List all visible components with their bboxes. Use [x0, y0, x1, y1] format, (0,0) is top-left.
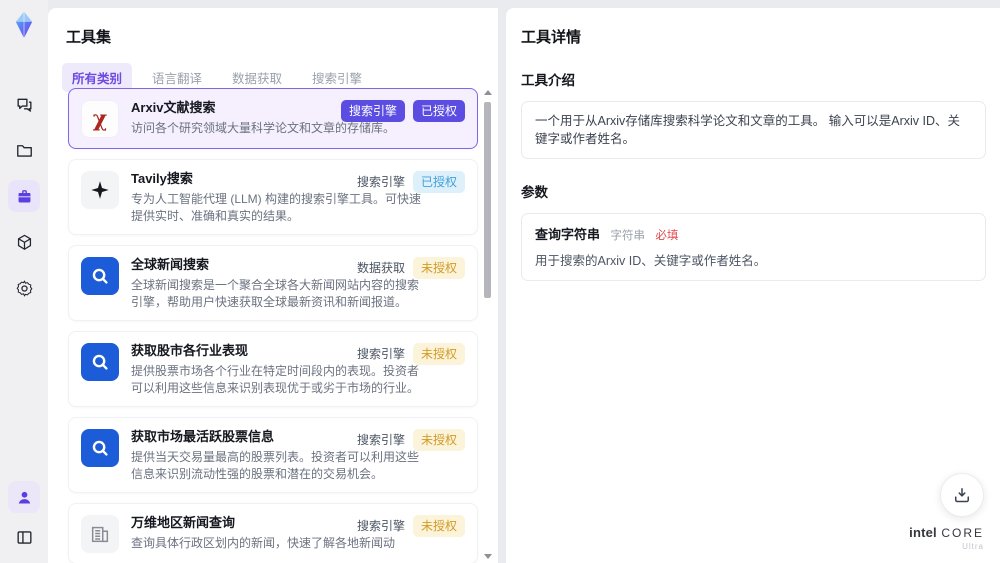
tool-description: 提供当天交易量最高的股票列表。投资者可以利用这些信息来识别流动性强的股票和潜在的…: [131, 450, 420, 481]
intro-box: 一个用于从Arxiv存储库搜索科学论文和文章的工具。 输入可以是Arxiv ID…: [521, 101, 986, 159]
tool-badges: 搜索引擎 未授权: [357, 515, 465, 537]
tools-panel: 工具集 所有类别 语言翻译 数据获取 搜索引擎 χ Arxiv文献搜索 访问各个…: [48, 8, 498, 563]
tool-description: 全球新闻搜索是一个聚合全球各大新闻网站内容的搜索引擎，帮助用户快速获取全球最新资…: [131, 278, 420, 309]
folder-icon[interactable]: [8, 134, 40, 166]
params-heading: 参数: [521, 185, 548, 200]
tool-description: 访问各个研究领域大量科学论文和文章的存储库。: [131, 121, 396, 135]
tool-card[interactable]: 万维地区新闻查询 查询具体行政区划内的新闻，快速了解各地新闻动 搜索引擎 未授权: [68, 503, 478, 563]
scroll-up-icon[interactable]: [484, 90, 492, 95]
arxiv-logo-icon: χ: [81, 100, 119, 138]
tool-badges: 搜索引擎 已授权: [340, 100, 465, 122]
auth-status-badge: 未授权: [412, 515, 465, 537]
app-logo-icon: [9, 10, 39, 40]
auth-status-badge: 未授权: [412, 257, 465, 279]
auth-status-badge: 未授权: [412, 429, 465, 451]
brand-sub: Ultra: [962, 542, 984, 551]
news-building-icon: [81, 515, 119, 553]
param-required-badge: 必填: [655, 230, 679, 242]
tool-card[interactable]: 获取股市各行业表现 提供股票市场各个行业在特定时间段内的表现。投资者可以利用这些…: [68, 331, 478, 407]
blue-search-logo-icon: [81, 429, 119, 467]
blue-search-logo-icon: [81, 257, 119, 295]
settings-gear-icon[interactable]: [8, 272, 40, 304]
param-type: 字符串: [610, 230, 645, 242]
tool-list: χ Arxiv文献搜索 访问各个研究领域大量科学论文和文章的存储库。 搜索引擎 …: [68, 88, 478, 563]
param-box: 查询字符串 字符串 必填 用于搜索的Arxiv ID、关键字或作者姓名。: [521, 213, 986, 281]
tool-badges: 搜索引擎 未授权: [357, 343, 465, 365]
core-word: core: [941, 526, 984, 540]
auth-status-badge: 未授权: [412, 343, 465, 365]
category-badge: 搜索引擎: [356, 433, 405, 447]
download-button[interactable]: [940, 473, 984, 517]
category-badge: 搜索引擎: [340, 100, 405, 122]
tool-badges: 搜索引擎 未授权: [357, 429, 465, 451]
tools-panel-title: 工具集: [66, 29, 112, 46]
panel-layout-icon[interactable]: [8, 521, 40, 553]
download-icon: [955, 488, 969, 503]
tavily-star-icon: [81, 171, 119, 209]
param-description: 用于搜索的Arxiv ID、关键字或作者姓名。: [535, 254, 767, 268]
auth-status-badge: 已授权: [412, 171, 465, 193]
scrollbar-thumb[interactable]: [484, 102, 491, 298]
rail-bottom: [8, 481, 40, 553]
app-rail: [0, 0, 48, 563]
detail-panel-title: 工具详情: [521, 29, 582, 46]
intro-text: 一个用于从Arxiv存储库搜索科学论文和文章的工具。 输入可以是Arxiv ID…: [535, 114, 961, 146]
tool-description: 查询具体行政区划内的新闻，快速了解各地新闻动: [131, 536, 396, 550]
param-header: 查询字符串 字符串 必填: [535, 224, 972, 244]
toolbox-icon[interactable]: [8, 180, 40, 212]
rail-nav: [8, 88, 40, 304]
param-name: 查询字符串: [535, 227, 601, 242]
tool-card[interactable]: Tavily搜索 专为人工智能代理 (LLM) 构建的搜索引擎工具。可快速提供实…: [68, 159, 478, 235]
intro-heading: 工具介绍: [521, 73, 575, 88]
cube-icon[interactable]: [8, 226, 40, 258]
tool-description: 提供股票市场各个行业在特定时间段内的表现。投资者可以利用这些信息来识别表现优于或…: [131, 364, 420, 395]
chat-icon[interactable]: [8, 88, 40, 120]
tool-description: 专为人工智能代理 (LLM) 构建的搜索引擎工具。可快速提供实时、准确和真实的结…: [131, 192, 422, 223]
tool-card[interactable]: χ Arxiv文献搜索 访问各个研究领域大量科学论文和文章的存储库。 搜索引擎 …: [68, 88, 478, 149]
category-badge: 搜索引擎: [356, 519, 405, 533]
user-icon[interactable]: [8, 481, 40, 513]
scroll-down-icon[interactable]: [484, 554, 492, 559]
intel-word: intel: [909, 525, 937, 540]
auth-status-badge: 已授权: [412, 100, 465, 122]
tool-card[interactable]: 全球新闻搜索 全球新闻搜索是一个聚合全球各大新闻网站内容的搜索引擎，帮助用户快速…: [68, 245, 478, 321]
blue-search-logo-icon: [81, 343, 119, 381]
tool-badges: 数据获取 未授权: [357, 257, 465, 279]
category-badge: 搜索引擎: [356, 347, 405, 361]
tool-badges: 搜索引擎 已授权: [357, 171, 465, 193]
tool-card[interactable]: 获取市场最活跃股票信息 提供当天交易量最高的股票列表。投资者可以利用这些信息来识…: [68, 417, 478, 493]
list-scrollbar[interactable]: [483, 88, 492, 563]
intel-core-logo: intel core Ultra: [909, 526, 984, 553]
tool-detail-panel: 工具详情 工具介绍 一个用于从Arxiv存储库搜索科学论文和文章的工具。 输入可…: [506, 8, 1000, 563]
category-badge: 搜索引擎: [356, 175, 405, 189]
category-badge: 数据获取: [356, 261, 405, 275]
